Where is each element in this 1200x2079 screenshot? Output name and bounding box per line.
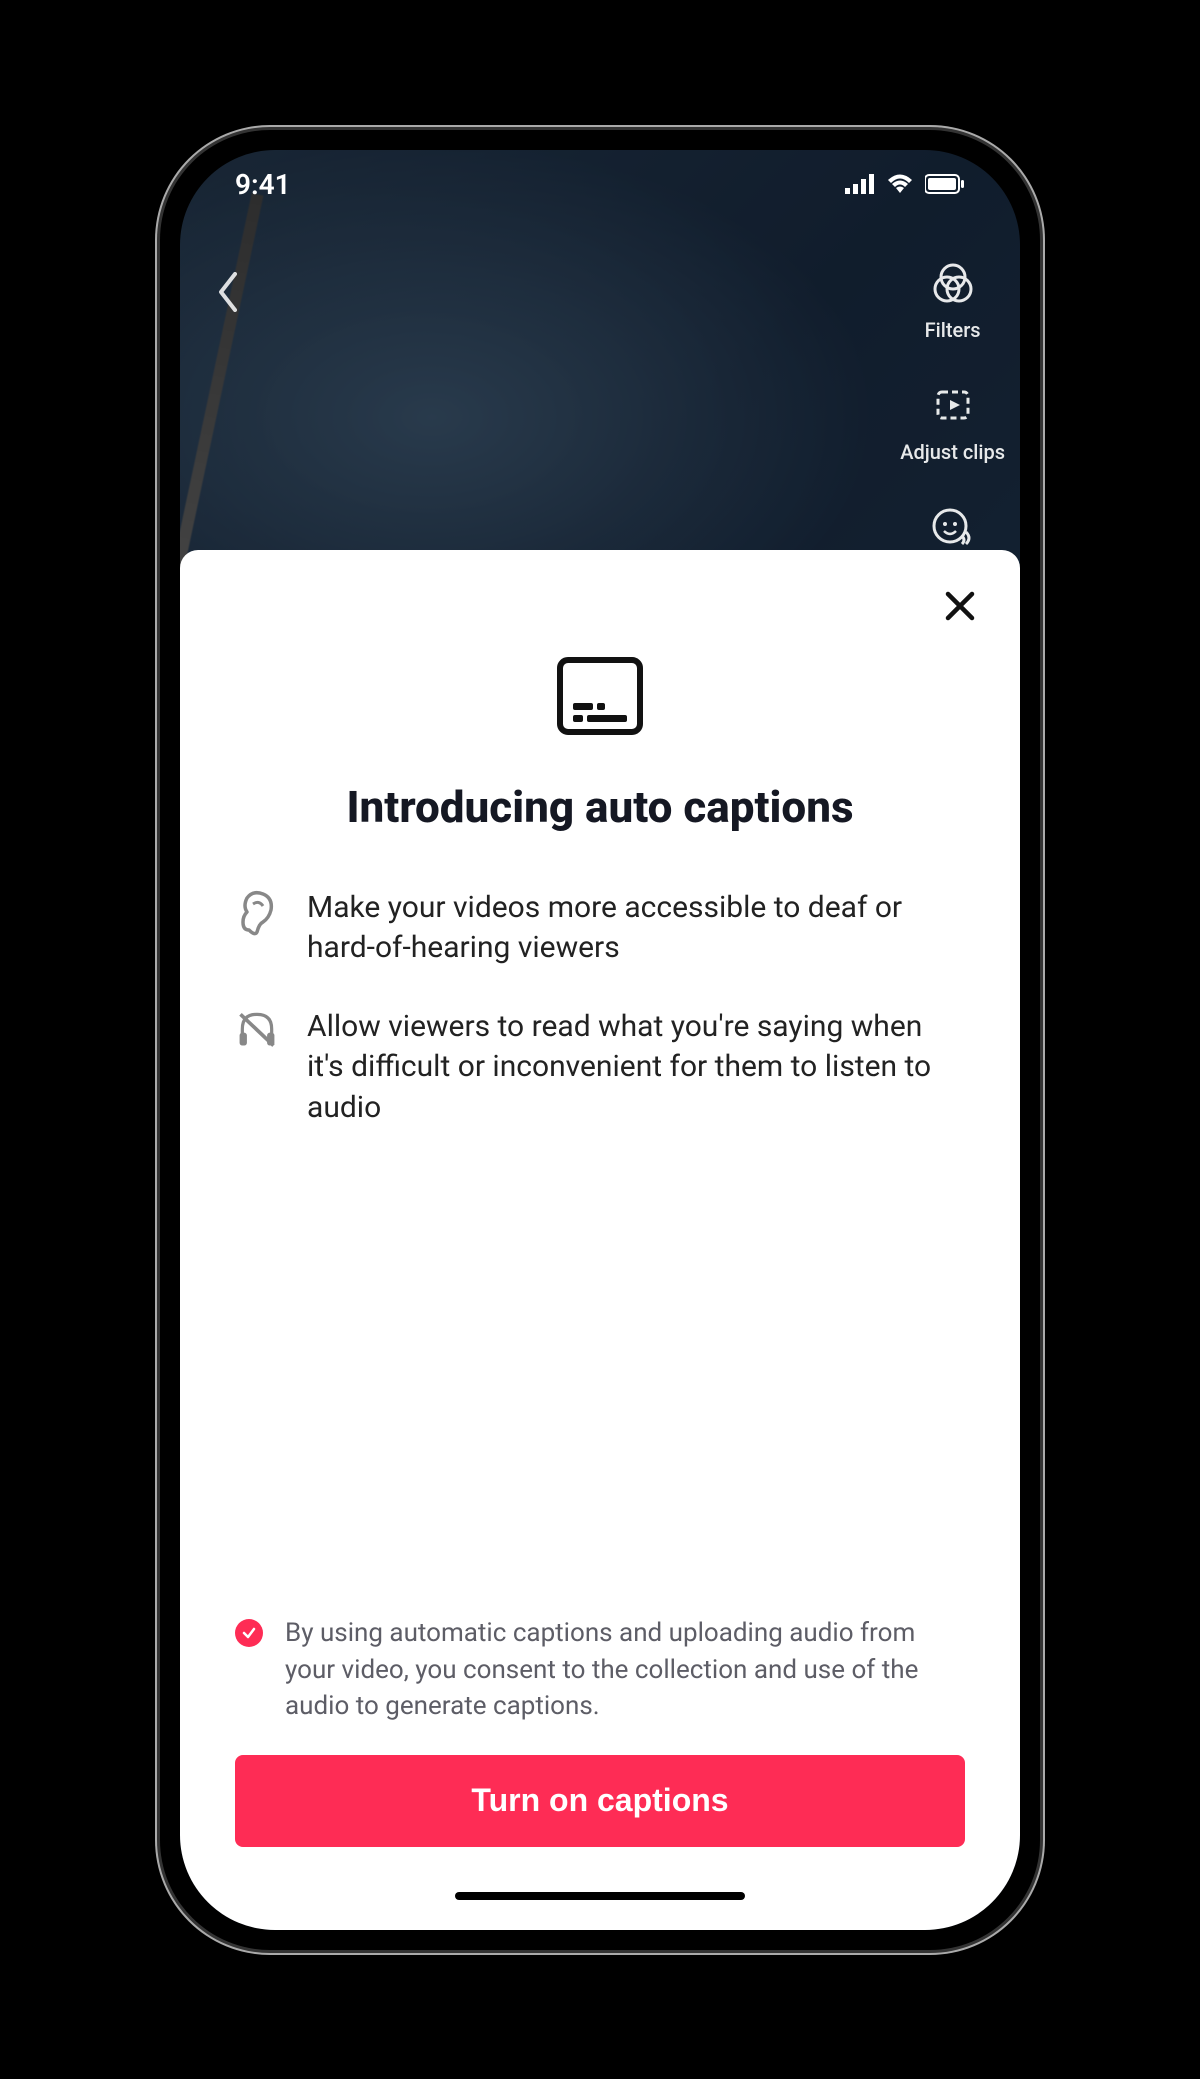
cellular-icon [845, 168, 875, 201]
filters-tool[interactable]: Filters [925, 260, 981, 342]
battery-icon [925, 168, 965, 201]
captions-hero-icon [555, 655, 645, 741]
adjust-clips-label: Adjust clips [900, 440, 1005, 464]
filters-icon [930, 260, 976, 310]
home-indicator[interactable] [455, 1892, 745, 1900]
close-button[interactable] [942, 588, 978, 628]
check-icon [241, 1625, 257, 1641]
benefit-accessibility-text: Make your videos more accessible to deaf… [307, 888, 965, 969]
filters-label: Filters [925, 318, 981, 342]
status-bar: 9:41 [180, 150, 1020, 220]
adjust-clips-tool[interactable]: Adjust clips [900, 382, 1005, 464]
adjust-clips-icon [930, 382, 976, 432]
consent-checkbox[interactable] [235, 1619, 263, 1647]
consent-row: By using automatic captions and uploadin… [235, 1615, 965, 1724]
chevron-left-icon [215, 270, 243, 314]
ear-icon [235, 888, 279, 936]
wifi-icon [885, 168, 915, 201]
status-time: 9:41 [235, 168, 291, 201]
consent-text: By using automatic captions and uploadin… [285, 1615, 965, 1724]
editor-tools: Filters Adjust clips [900, 260, 1005, 558]
turn-on-captions-button[interactable]: Turn on captions [235, 1755, 965, 1847]
headphones-off-icon [235, 1007, 279, 1051]
benefit-mute: Allow viewers to read what you're saying… [235, 1007, 965, 1129]
status-icons [845, 168, 965, 201]
back-button[interactable] [215, 270, 243, 318]
close-icon [942, 588, 978, 624]
phone-frame: 9:41 Filters [160, 130, 1040, 1950]
sheet-title: Introducing auto captions [235, 781, 965, 833]
screen: 9:41 Filters [180, 150, 1020, 1930]
benefit-accessibility: Make your videos more accessible to deaf… [235, 888, 965, 969]
benefit-mute-text: Allow viewers to read what you're saying… [307, 1007, 965, 1129]
auto-captions-sheet: Introducing auto captions Make your vide… [180, 550, 1020, 1930]
